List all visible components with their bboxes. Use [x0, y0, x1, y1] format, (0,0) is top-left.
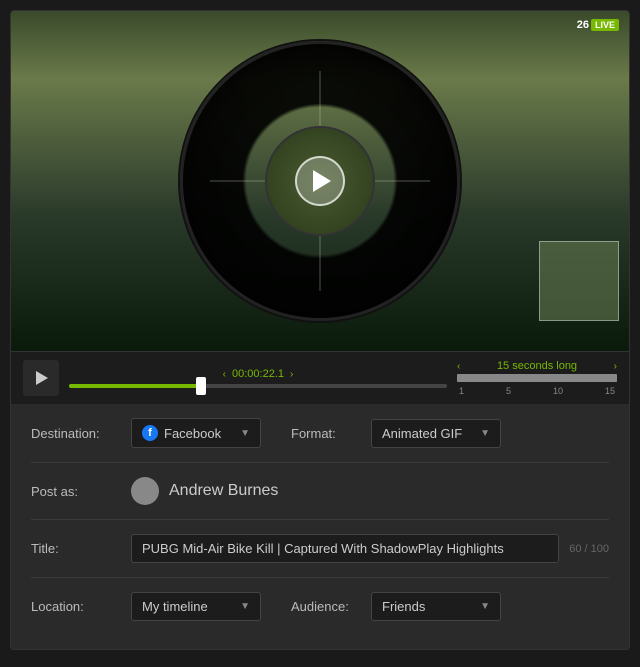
destination-value: Facebook — [164, 426, 221, 441]
video-controls: ‹ 00:00:22.1 › ‹ 15 seconds long › 1 5 1… — [11, 351, 629, 404]
time-chevron-left: ‹ — [223, 369, 226, 380]
facebook-icon: f — [142, 425, 158, 441]
main-container: 26 LIVE ‹ 00:00:22.1 › ‹ 15 seconds — [10, 10, 630, 650]
char-count: 60 / 100 — [569, 543, 609, 555]
destination-row: Destination: f Facebook ▼ Format: Animat… — [31, 418, 609, 448]
destination-arrow: ▼ — [240, 428, 250, 439]
divider-3 — [31, 577, 609, 578]
post-as-row: Post as: Andrew Burnes — [31, 477, 609, 505]
time-chevron-right: › — [290, 369, 293, 380]
location-value: My timeline — [142, 599, 208, 614]
location-label: Location: — [31, 599, 121, 614]
gif-range — [457, 374, 617, 382]
audience-value: Friends — [382, 599, 425, 614]
gif-section: ‹ 15 seconds long › 1 5 10 15 — [457, 360, 617, 396]
location-row: Location: My timeline ▼ Audience: Friend… — [31, 592, 609, 621]
gif-chevron-right: › — [614, 361, 617, 372]
divider-2 — [31, 519, 609, 520]
format-select[interactable]: Animated GIF ▼ — [371, 419, 501, 448]
time-display: ‹ 00:00:22.1 › — [69, 368, 447, 380]
form-area: Destination: f Facebook ▼ Format: Animat… — [11, 404, 629, 649]
gif-ruler-bar[interactable] — [457, 374, 617, 382]
scrubber-thumb[interactable] — [196, 377, 206, 395]
video-play-overlay[interactable] — [295, 156, 345, 206]
format-arrow: ▼ — [480, 428, 490, 439]
format-label: Format: — [291, 426, 361, 441]
gif-header: ‹ 15 seconds long › — [457, 360, 617, 372]
destination-select[interactable]: f Facebook ▼ — [131, 418, 261, 448]
gif-chevron-left: ‹ — [457, 361, 460, 372]
title-input[interactable] — [131, 534, 559, 563]
control-play-button[interactable] — [23, 360, 59, 396]
avatar — [131, 477, 159, 505]
post-as-name: Andrew Burnes — [169, 482, 278, 500]
divider-1 — [31, 462, 609, 463]
play-icon — [313, 170, 331, 192]
location-select[interactable]: My timeline ▼ — [131, 592, 261, 621]
tick-5: 5 — [506, 386, 511, 396]
audience-select[interactable]: Friends ▼ — [371, 592, 501, 621]
format-value: Animated GIF — [382, 426, 462, 441]
level-number: 26 — [577, 19, 589, 31]
live-badge: LIVE — [591, 19, 619, 31]
title-label: Title: — [31, 541, 121, 556]
video-area: 26 LIVE — [11, 11, 629, 351]
destination-label: Destination: — [31, 426, 121, 441]
gif-ruler-ticks: 1 5 10 15 — [457, 386, 617, 396]
control-play-icon — [36, 371, 48, 385]
tick-10: 10 — [553, 386, 563, 396]
audience-arrow: ▼ — [480, 601, 490, 612]
main-scrubber[interactable] — [69, 384, 447, 388]
audience-label: Audience: — [291, 599, 361, 614]
timecode: 00:00:22.1 — [232, 368, 284, 380]
timeline-section: ‹ 00:00:22.1 › — [69, 368, 447, 388]
scrubber-progress — [69, 384, 201, 388]
video-background: 26 LIVE — [11, 11, 629, 351]
post-as-label: Post as: — [31, 484, 121, 499]
gif-duration: 15 seconds long — [497, 360, 577, 372]
tick-1: 1 — [459, 386, 464, 396]
tick-15: 15 — [605, 386, 615, 396]
minimap — [539, 241, 619, 321]
location-arrow: ▼ — [240, 601, 250, 612]
title-row: Title: 60 / 100 — [31, 534, 609, 563]
hud-level: 26 LIVE — [577, 19, 619, 31]
